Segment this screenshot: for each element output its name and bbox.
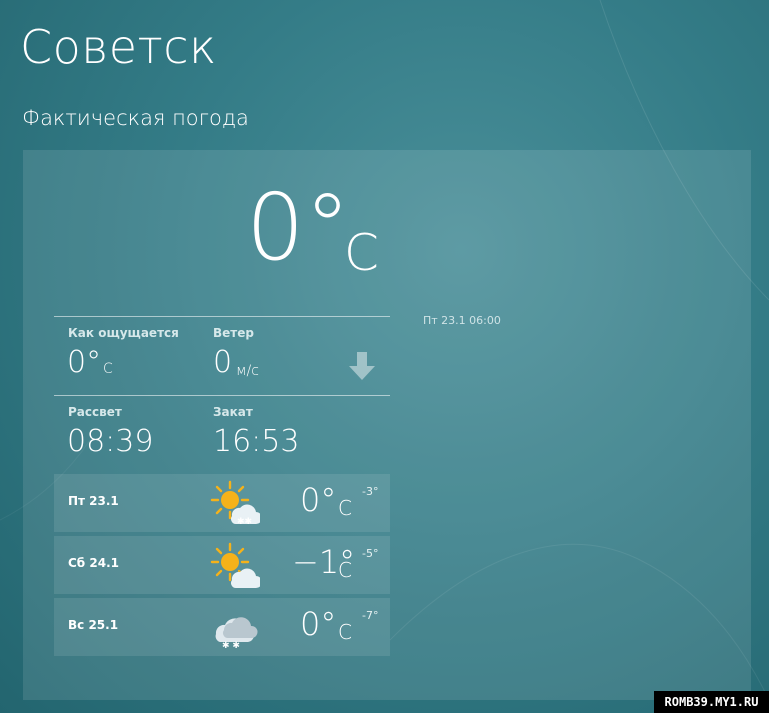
forecast-row-sun[interactable]: Вс 25.1 ✱ ✱ 0° C -7° (54, 598, 390, 656)
current-temperature-unit: C (344, 224, 379, 282)
partly-cloudy-snow-icon: ✱✱ (210, 480, 260, 526)
section-subtitle: Фактическая погода (22, 106, 249, 130)
cloud-snow-icon: ✱ ✱ (215, 617, 258, 650)
forecast-min-temp: -5° (362, 547, 379, 560)
current-temperature: 0° (246, 174, 351, 281)
watermark: ROMB39.MY1.RU (654, 691, 769, 713)
wind-unit: м/с (236, 363, 259, 379)
forecast-temp-unit: C (338, 620, 352, 644)
forecast-day: Вс 25.1 (68, 618, 119, 632)
feels-like-label: Как ощущается (68, 326, 179, 340)
sunrise-label: Рассвет (68, 405, 122, 419)
arrow-down-icon (349, 352, 375, 380)
wind-value: 0 (213, 345, 233, 380)
wind-label: Ветер (213, 326, 254, 340)
forecast-temp-unit: C (338, 496, 352, 520)
divider (54, 395, 390, 396)
feels-like-unit: C (103, 361, 113, 377)
forecast-day: Сб 24.1 (68, 556, 119, 570)
forecast-day: Пт 23.1 (68, 494, 119, 508)
forecast-min-temp: -3° (362, 485, 379, 498)
feels-like-value: 0° (67, 345, 102, 380)
forecast-min-temp: -7° (362, 609, 379, 622)
sunset-label: Закат (213, 405, 253, 419)
svg-text:✱✱: ✱✱ (237, 517, 252, 526)
city-title: Советск (20, 20, 217, 74)
forecast-temp: 0° (300, 481, 337, 519)
forecast-row-sat[interactable]: Сб 24.1 −1° C -5° (54, 536, 390, 594)
forecast-list: Пт 23.1 ✱✱ 0° C -3° Сб 24.1 −1° C -5° Вс… (54, 474, 390, 658)
forecast-temp: 0° (300, 605, 337, 643)
sunrise-value: 08:39 (67, 424, 154, 459)
forecast-temp-unit: C (338, 558, 352, 582)
forecast-row-fri[interactable]: Пт 23.1 ✱✱ 0° C -3° (54, 474, 390, 532)
updated-timestamp: Пт 23.1 06:00 (423, 314, 501, 327)
divider (54, 316, 390, 317)
sunset-value: 16:53 (213, 424, 300, 459)
svg-text:✱ ✱: ✱ ✱ (222, 641, 240, 650)
partly-cloudy-icon (210, 542, 260, 588)
